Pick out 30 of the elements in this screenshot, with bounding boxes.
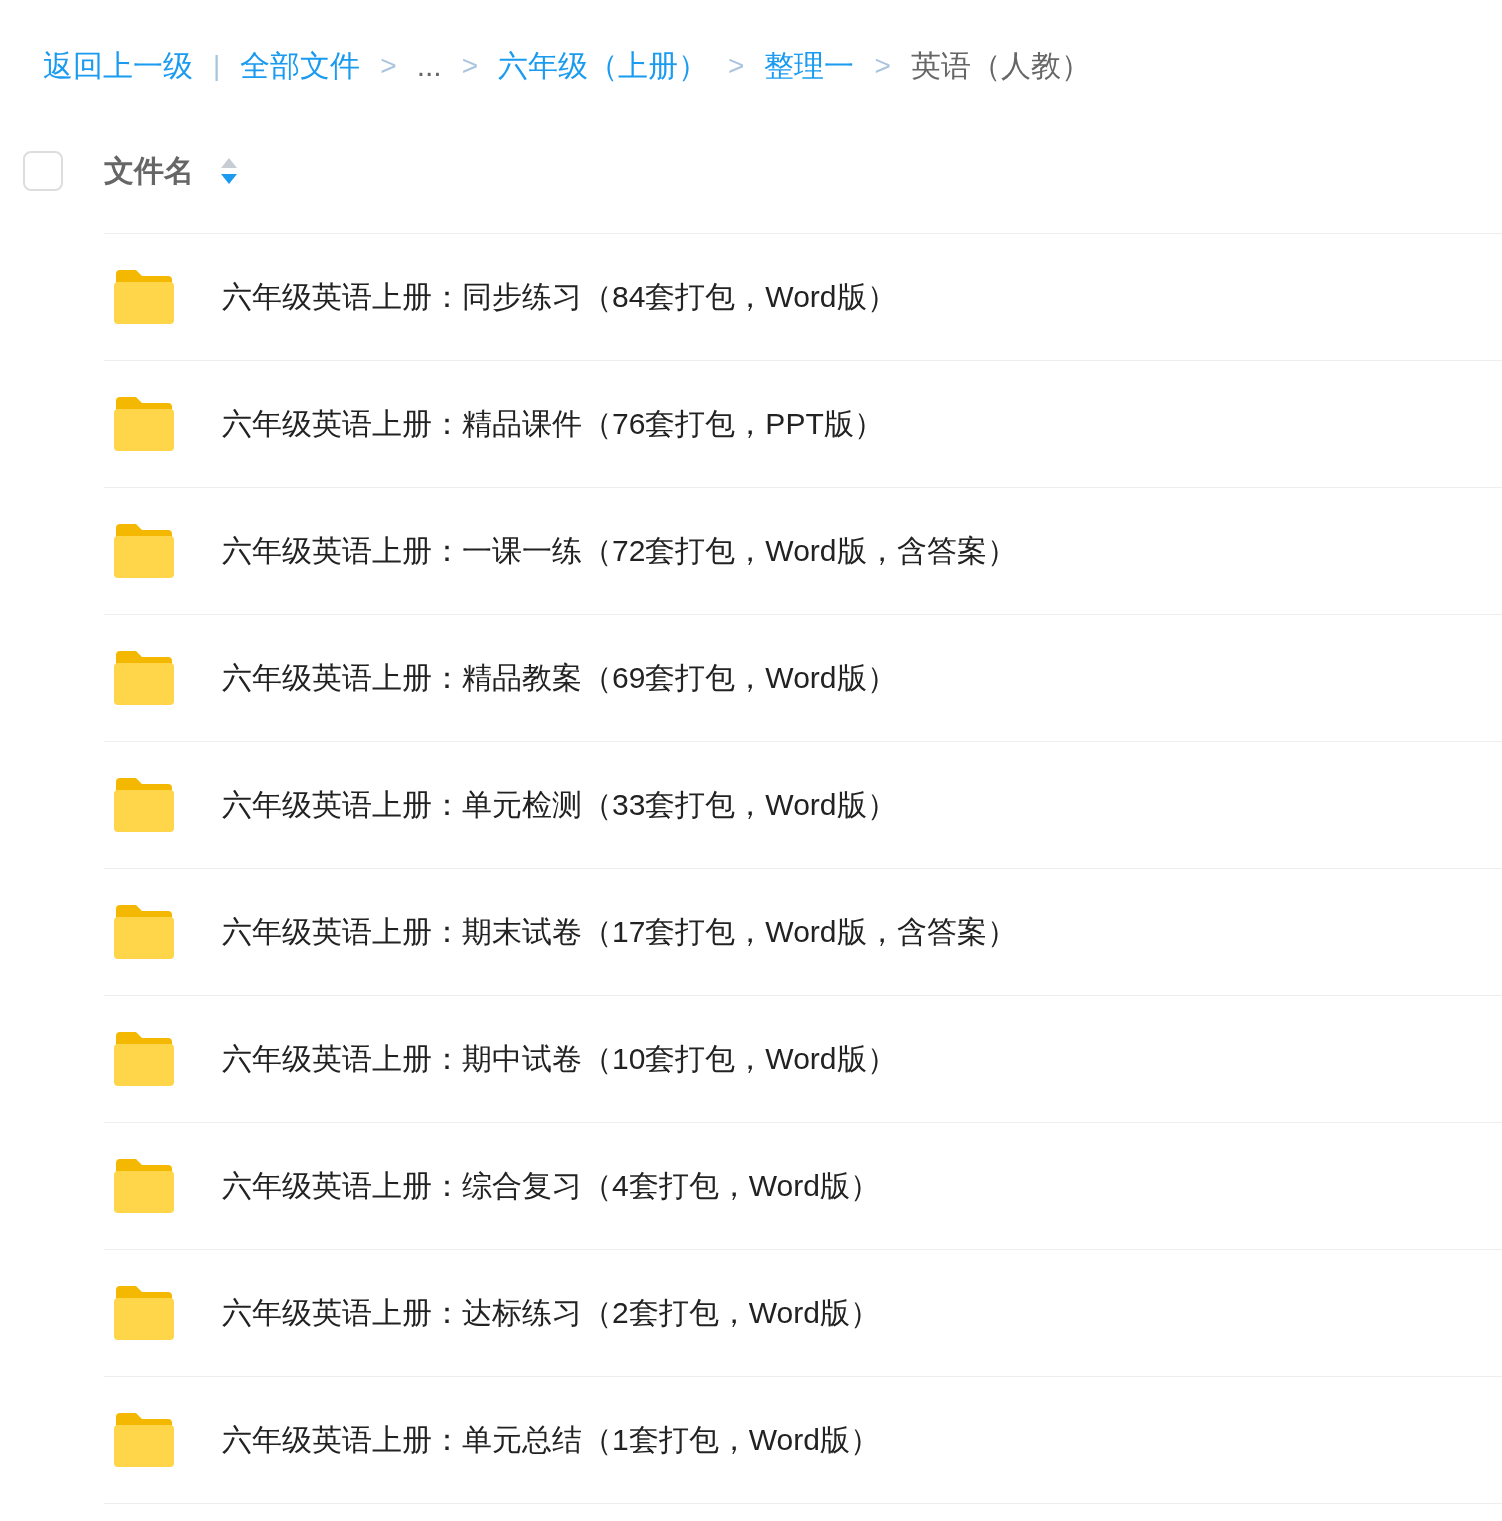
folder-icon bbox=[114, 524, 174, 578]
breadcrumb-link[interactable]: 英语（人教） bbox=[910, 45, 1091, 87]
folder-name[interactable]: 六年级英语上册：精品课件（76套打包，PPT版） bbox=[222, 403, 884, 445]
folder-icon bbox=[114, 397, 174, 451]
folder-name[interactable]: 六年级英语上册：单元总结（1套打包，Word版） bbox=[222, 1419, 880, 1461]
folder-icon bbox=[114, 651, 174, 705]
folder-name[interactable]: 六年级英语上册：一课一练（72套打包，Word版，含答案） bbox=[222, 530, 1017, 572]
folder-name[interactable]: 六年级英语上册：达标练习（2套打包，Word版） bbox=[222, 1292, 880, 1334]
breadcrumb-link[interactable]: ... bbox=[416, 49, 442, 83]
folder-name[interactable]: 六年级英语上册：期末试卷（17套打包，Word版，含答案） bbox=[222, 911, 1017, 953]
folder-name[interactable]: 六年级英语上册：单元检测（33套打包，Word版） bbox=[222, 784, 897, 826]
folder-icon bbox=[114, 905, 174, 959]
separator: | bbox=[213, 50, 221, 82]
breadcrumb-separator: > bbox=[461, 50, 478, 82]
breadcrumb-separator: > bbox=[874, 50, 891, 82]
folder-icon bbox=[114, 270, 174, 324]
folder-icon bbox=[114, 1286, 174, 1340]
breadcrumb-separator: > bbox=[728, 50, 745, 82]
folder-name[interactable]: 六年级英语上册：同步练习（84套打包，Word版） bbox=[222, 276, 897, 318]
folder-icon bbox=[114, 1413, 174, 1467]
column-header[interactable]: 文件名 bbox=[104, 150, 194, 192]
breadcrumb-separator: > bbox=[380, 50, 397, 82]
folder-name[interactable]: 六年级英语上册：期中试卷（10套打包，Word版） bbox=[222, 1038, 897, 1080]
folder-icon bbox=[114, 778, 174, 832]
folder-icon bbox=[114, 1032, 174, 1086]
folder-name[interactable]: 六年级英语上册：精品教案（69套打包，Word版） bbox=[222, 657, 897, 699]
sort-icon[interactable] bbox=[220, 156, 238, 186]
folder-name[interactable]: 六年级英语上册：综合复习（4套打包，Word版） bbox=[222, 1165, 880, 1207]
select-all-checkbox[interactable] bbox=[23, 151, 63, 191]
folder-icon bbox=[114, 1159, 174, 1213]
